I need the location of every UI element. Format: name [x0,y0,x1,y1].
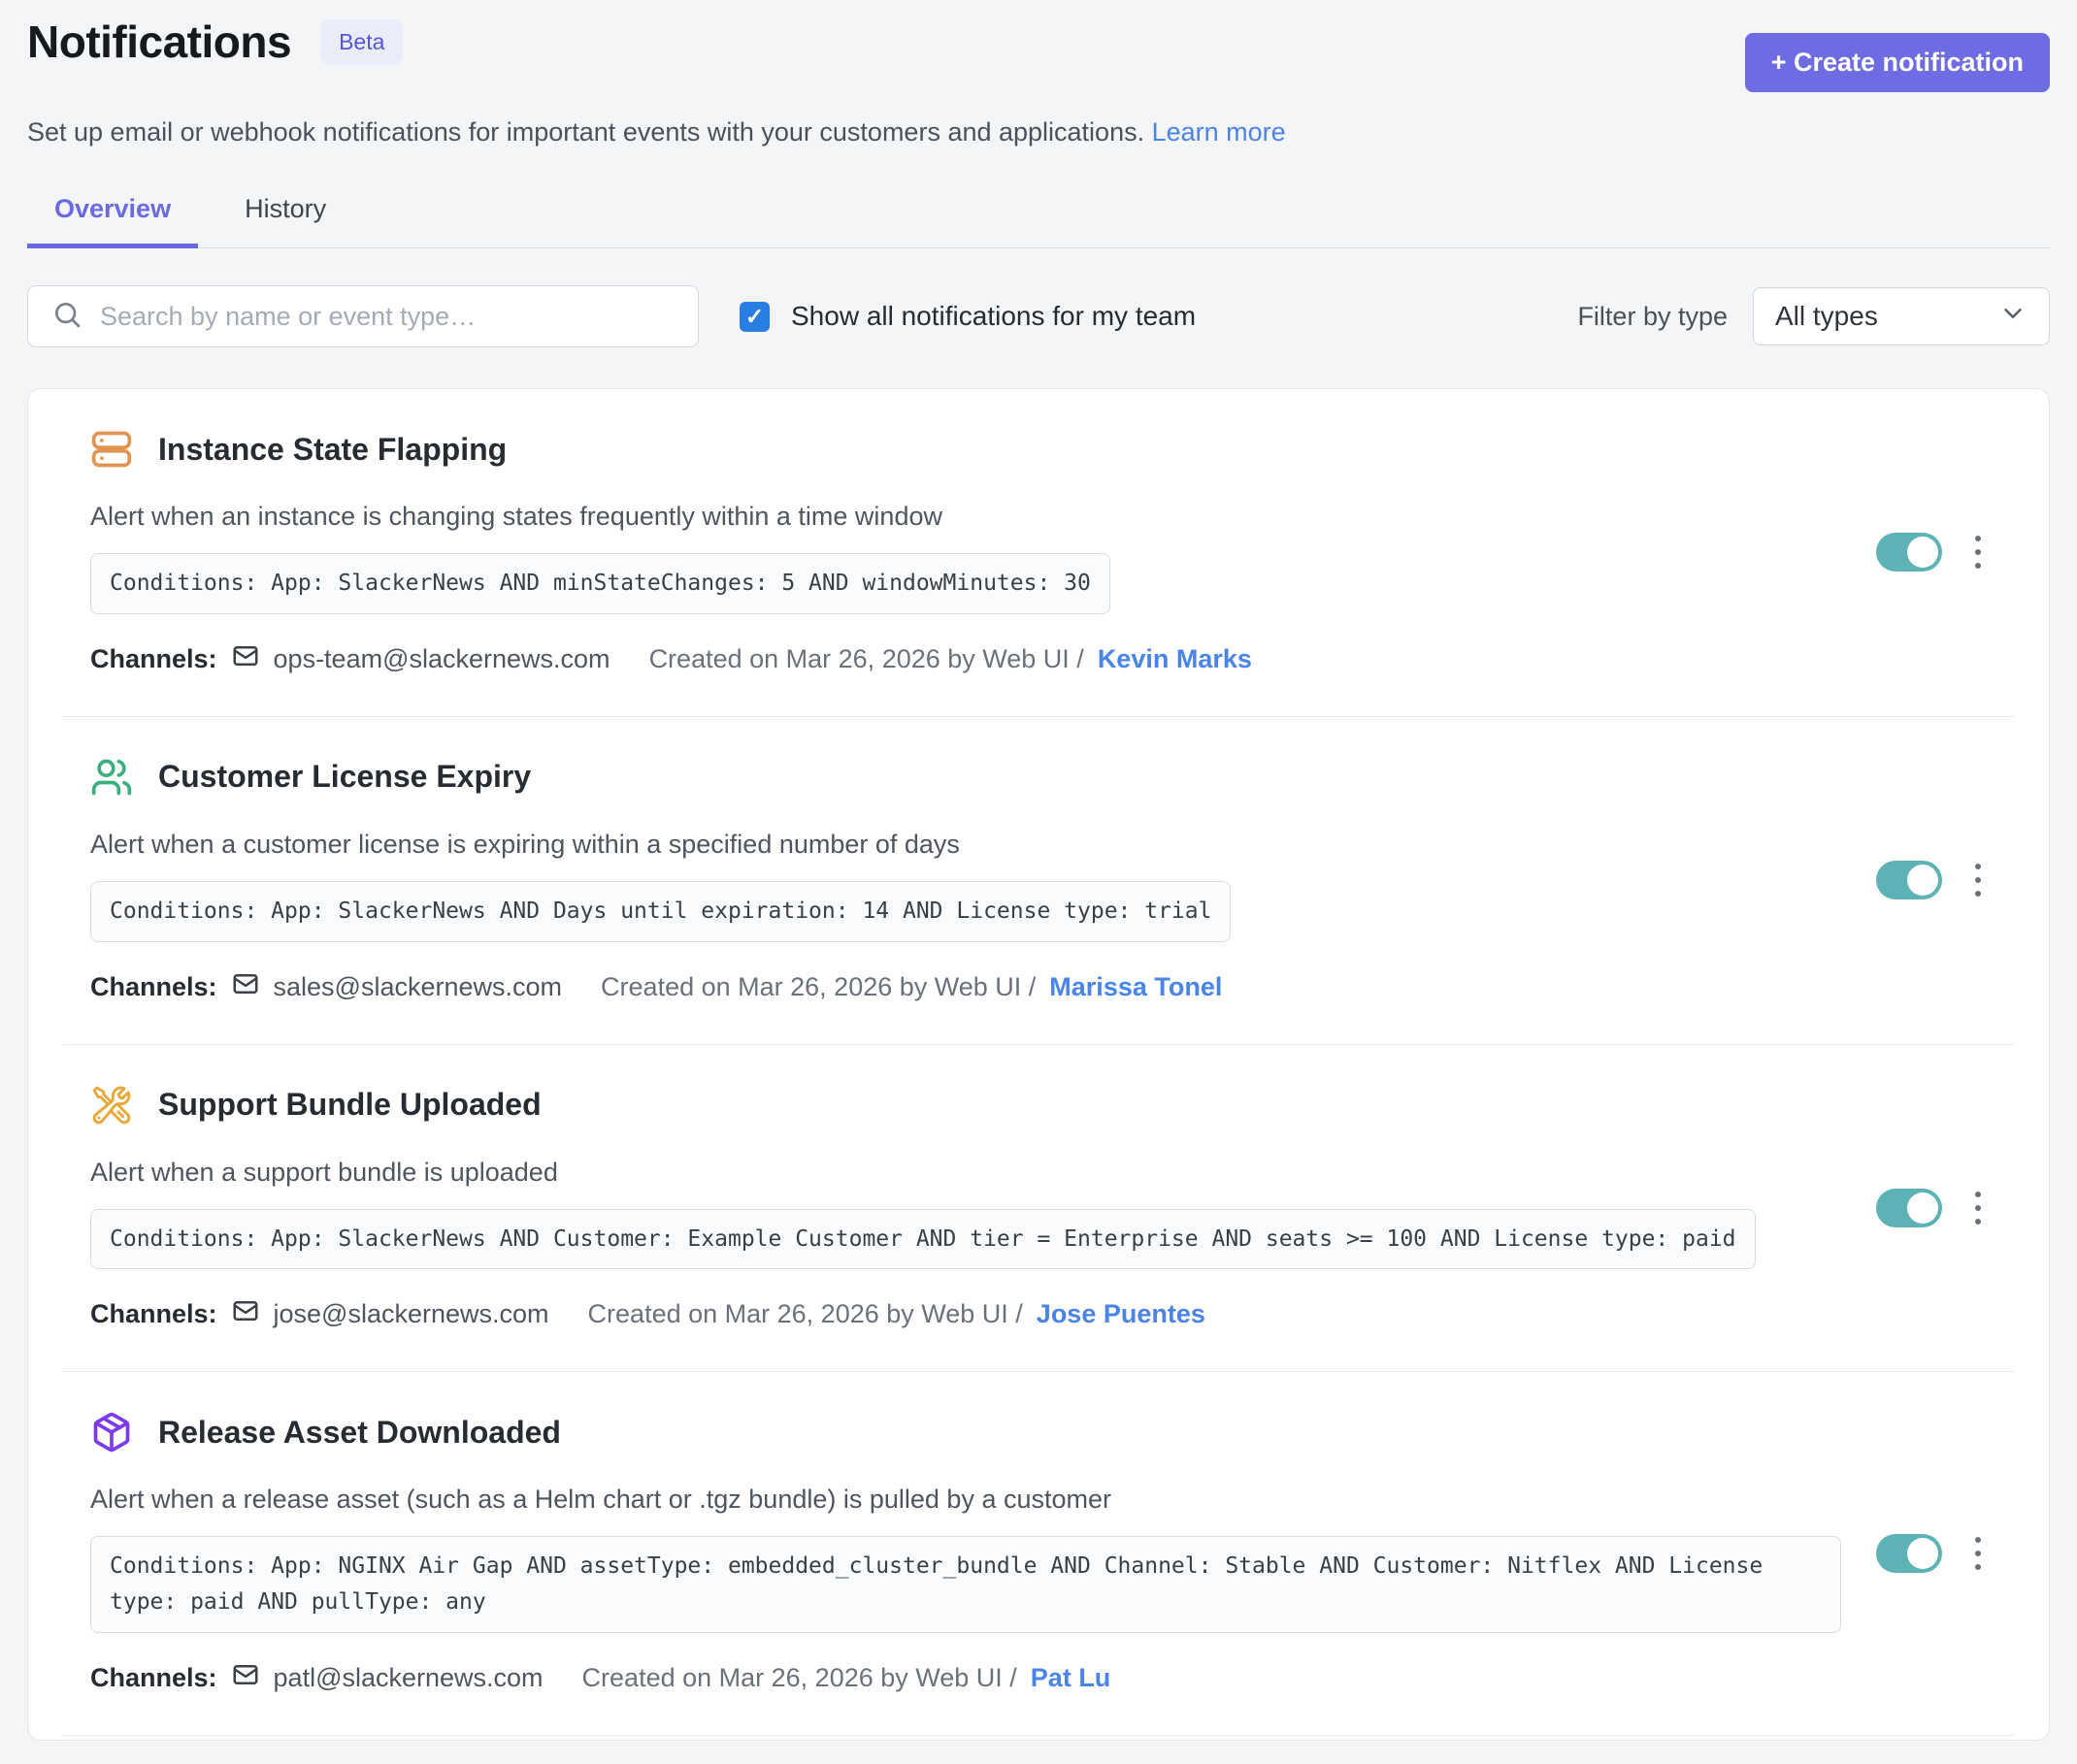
server-stack-icon [90,428,133,471]
notification-description: Alert when a support bundle is uploaded [90,1158,1841,1188]
mail-icon [231,1296,260,1332]
enable-toggle[interactable] [1876,1189,1942,1227]
tab-bar: Overview History [27,179,2050,248]
mail-icon [231,1660,260,1696]
notifications-page: Notifications Beta + Create notification… [0,0,2077,1764]
channels-label: Channels: [90,644,217,674]
conditions-box: Conditions: App: SlackerNews AND Days un… [90,881,1231,942]
card-content: Support Bundle Uploaded Alert when a sup… [90,1084,1841,1333]
title-group: Notifications Beta [27,16,403,68]
kebab-menu-icon[interactable] [1969,528,1987,576]
created-text: Created on Mar 26, 2026 by Web UI / [582,1663,1017,1693]
notification-title: Instance State Flapping [158,432,507,468]
kebab-menu-icon[interactable] [1969,1184,1987,1232]
package-icon [90,1411,133,1454]
notification-card: Instance State Flapping Alert when an in… [63,389,2014,717]
team-filter-label: Show all notifications for my team [791,301,1196,332]
created-by-link[interactable]: Jose Puentes [1037,1299,1205,1329]
channel-email: patl@slackernews.com [274,1663,544,1693]
notification-card: Customer License Expiry Alert when a cus… [63,717,2014,1045]
notification-card: Support Bundle Uploaded Alert when a sup… [63,1045,2014,1373]
learn-more-link[interactable]: Learn more [1152,117,1286,147]
notification-description: Alert when a release asset (such as a He… [90,1485,1841,1515]
users-icon [90,756,133,799]
toggle-knob [1907,537,1938,568]
notification-description: Alert when a customer license is expirin… [90,830,1841,860]
created-by-link[interactable]: Kevin Marks [1098,644,1252,674]
created-text: Created on Mar 26, 2026 by Web UI / [601,972,1036,1002]
description-text: Set up email or webhook notifications fo… [27,117,1144,147]
type-filter-value: All types [1775,301,1878,332]
channels-row: Channels: ops-team@slackernews.com Creat… [90,641,1841,677]
card-content: Release Asset Downloaded Alert when a re… [90,1411,1841,1696]
kebab-menu-icon[interactable] [1969,856,1987,904]
channels-label: Channels: [90,1299,217,1329]
search-input[interactable] [100,302,675,332]
team-filter-checkbox[interactable]: ✓ [740,302,770,332]
channel-email: sales@slackernews.com [274,972,563,1002]
card-content: Customer License Expiry Alert when a cus… [90,756,1841,1005]
notification-title: Release Asset Downloaded [158,1415,561,1451]
channel-email: jose@slackernews.com [274,1299,549,1329]
toggle-knob [1907,1192,1938,1224]
mail-icon [231,641,260,677]
enable-toggle[interactable] [1876,1534,1942,1573]
channels-label: Channels: [90,972,217,1002]
created-text: Created on Mar 26, 2026 by Web UI / [649,644,1084,674]
notification-description: Alert when an instance is changing state… [90,502,1841,532]
created-by-link[interactable]: Marissa Tonel [1049,972,1222,1002]
toggle-knob [1907,1538,1938,1569]
notification-title: Customer License Expiry [158,759,531,795]
notification-title: Support Bundle Uploaded [158,1087,542,1123]
create-notification-button[interactable]: + Create notification [1745,33,2050,92]
chevron-down-icon [1998,299,2028,335]
kebab-menu-icon[interactable] [1969,1529,1987,1578]
enable-toggle[interactable] [1876,533,1942,572]
tab-history[interactable]: History [217,179,353,247]
team-filter-checkbox-row[interactable]: ✓ Show all notifications for my team [740,301,1196,332]
card-actions [1841,1529,1987,1578]
conditions-box: Conditions: App: SlackerNews AND minStat… [90,553,1110,614]
beta-badge: Beta [320,19,403,65]
search-icon [51,299,82,335]
card-content: Instance State Flapping Alert when an in… [90,428,1841,677]
search-box [27,285,699,347]
card-actions [1841,528,1987,576]
conditions-box: Conditions: App: NGINX Air Gap AND asset… [90,1536,1841,1633]
enable-toggle[interactable] [1876,861,1942,899]
page-title: Notifications [27,16,291,68]
conditions-box: Conditions: App: SlackerNews AND Custome… [90,1209,1756,1270]
channels-row: Channels: sales@slackernews.com Created … [90,969,1841,1005]
tab-overview[interactable]: Overview [27,179,198,248]
toggle-knob [1907,865,1938,896]
channel-email: ops-team@slackernews.com [274,644,610,674]
page-description: Set up email or webhook notifications fo… [27,117,2050,147]
page-header: Notifications Beta + Create notification [27,16,2050,92]
type-filter-select[interactable]: All types [1753,287,2050,345]
created-by-link[interactable]: Pat Lu [1031,1663,1111,1693]
notification-card: Release Asset Downloaded Alert when a re… [63,1372,2014,1736]
channels-row: Channels: patl@slackernews.com Created o… [90,1660,1841,1696]
filter-bar: ✓ Show all notifications for my team Fil… [27,285,2050,347]
created-text: Created on Mar 26, 2026 by Web UI / [588,1299,1023,1329]
type-filter-group: Filter by type All types [1577,287,2050,345]
wrench-screwdriver-icon [90,1084,133,1127]
channels-row: Channels: jose@slackernews.com Created o… [90,1296,1841,1332]
type-filter-label: Filter by type [1577,302,1728,332]
card-actions [1841,1184,1987,1232]
notification-list: Instance State Flapping Alert when an in… [27,388,2050,1741]
mail-icon [231,969,260,1005]
card-actions [1841,856,1987,904]
channels-label: Channels: [90,1663,217,1693]
